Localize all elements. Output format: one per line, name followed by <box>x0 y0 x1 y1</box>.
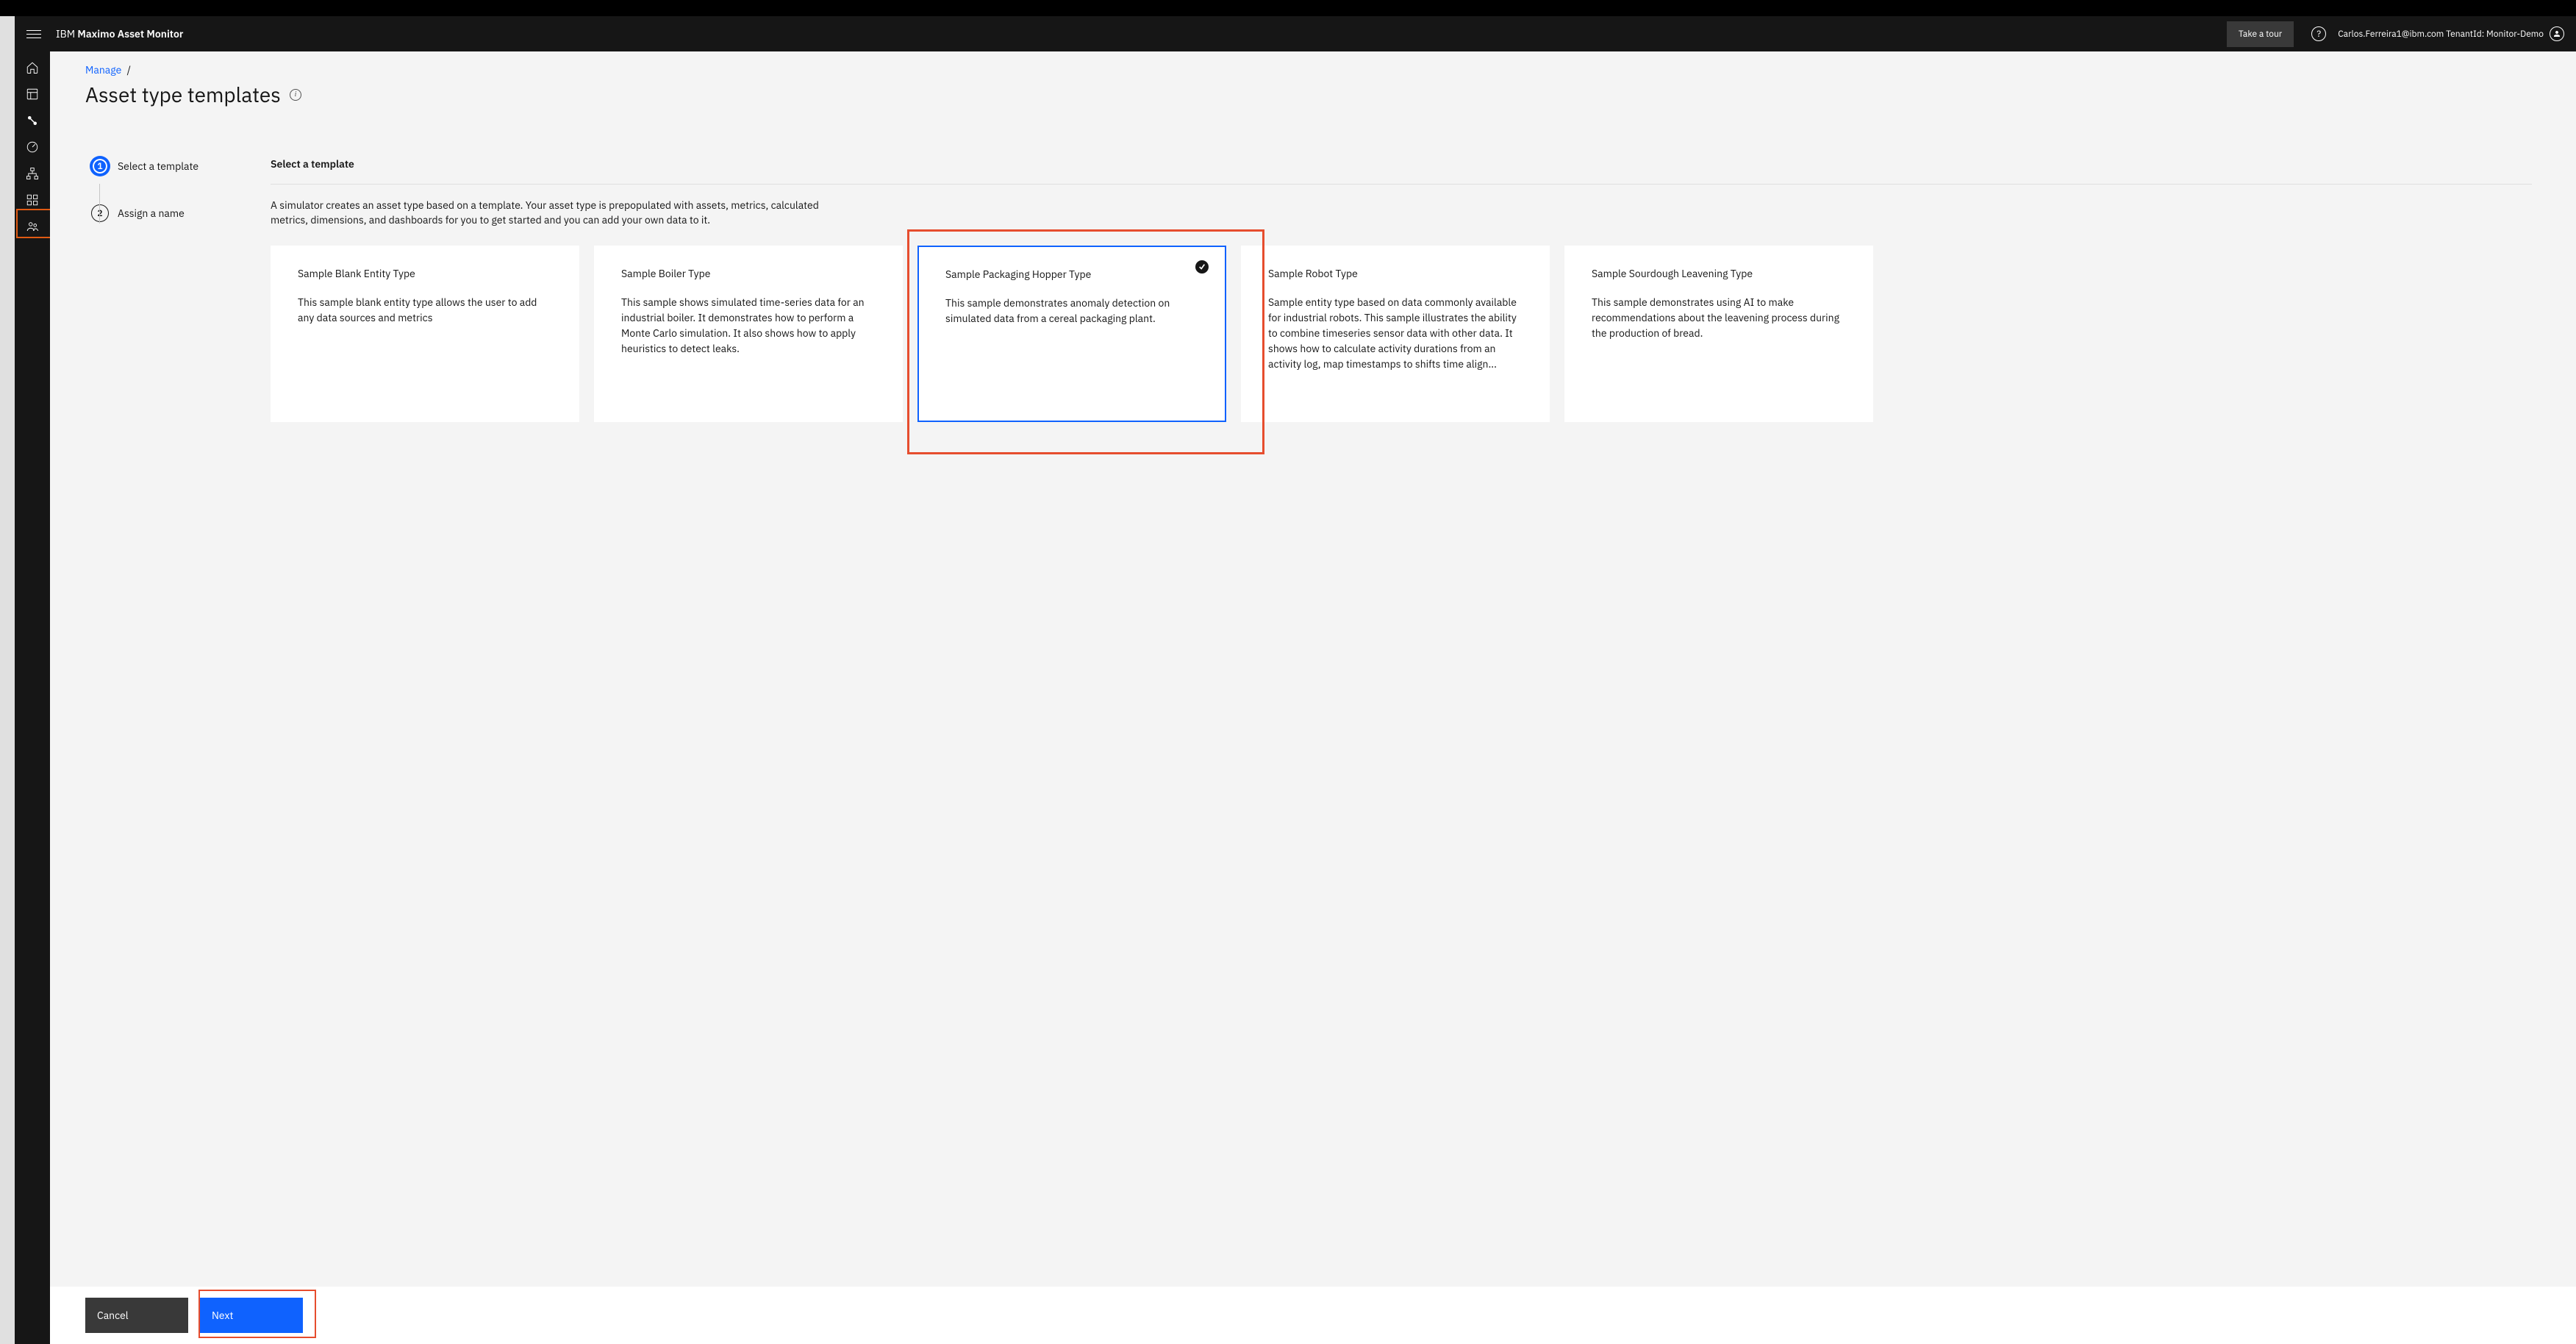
card-title: Sample Blank Entity Type <box>298 267 552 280</box>
background-window-edge <box>0 16 15 1344</box>
step-select-template[interactable]: 1 Select a template <box>91 157 271 175</box>
categories-icon[interactable] <box>25 193 40 207</box>
user-avatar[interactable] <box>2550 26 2564 41</box>
breadcrumb-sep: / <box>127 63 131 76</box>
selected-check-icon <box>1195 260 1209 274</box>
user-tenant-text: Carlos.Ferreira1@ibm.com TenantId: Monit… <box>2338 29 2544 40</box>
take-tour-button[interactable]: Take a tour <box>2227 21 2294 47</box>
template-card-packaging-hopper[interactable]: Sample Packaging Hopper Type This sample… <box>917 246 1226 422</box>
card-desc: This sample demonstrates anomaly detecti… <box>945 296 1198 326</box>
gauge-icon[interactable] <box>25 140 40 154</box>
template-cards: Sample Blank Entity Type This sample bla… <box>271 246 2532 422</box>
step-assign-name[interactable]: 2 Assign a name <box>91 204 271 222</box>
users-icon[interactable] <box>25 219 40 234</box>
info-icon[interactable]: i <box>290 89 301 101</box>
template-card-robot[interactable]: Sample Robot Type Sample entity type bas… <box>1241 246 1550 422</box>
card-desc: Sample entity type based on data commonl… <box>1268 295 1523 372</box>
step-connector <box>99 184 100 224</box>
dashboard-icon[interactable] <box>25 87 40 101</box>
card-title: Sample Sourdough Leavening Type <box>1592 267 1846 280</box>
hierarchy-icon[interactable] <box>25 166 40 181</box>
app-root: IBM Maximo Asset Monitor Take a tour ? C… <box>15 16 2576 1344</box>
step-number: 1 <box>91 157 109 175</box>
brand-name: Maximo Asset Monitor <box>77 27 183 40</box>
brand: IBM Maximo Asset Monitor <box>56 27 183 40</box>
home-icon[interactable] <box>25 60 40 75</box>
link-icon[interactable] <box>25 113 40 128</box>
step-label: Assign a name <box>118 207 185 220</box>
wizard-main: Select a template A simulator creates an… <box>271 138 2576 1344</box>
step-number: 2 <box>91 204 109 222</box>
step-label: Select a template <box>118 160 198 173</box>
cancel-button[interactable]: Cancel <box>85 1298 188 1333</box>
left-rail <box>15 51 50 1344</box>
breadcrumb: Manage / <box>50 51 2576 76</box>
card-desc: This sample shows simulated time-series … <box>621 295 876 357</box>
browser-chrome <box>0 0 2576 16</box>
menu-toggle[interactable] <box>26 26 41 41</box>
section-description: A simulator creates an asset type based … <box>271 198 822 228</box>
section-title: Select a template <box>271 157 2532 185</box>
template-card-blank[interactable]: Sample Blank Entity Type This sample bla… <box>271 246 579 422</box>
template-card-boiler[interactable]: Sample Boiler Type This sample shows sim… <box>594 246 903 422</box>
card-desc: This sample blank entity type allows the… <box>298 295 552 326</box>
wizard-steps: 1 Select a template 2 Assign a name <box>50 138 271 1344</box>
card-title: Sample Robot Type <box>1268 267 1523 280</box>
template-card-sourdough[interactable]: Sample Sourdough Leavening Type This sam… <box>1564 246 1873 422</box>
next-button[interactable]: Next <box>200 1298 303 1333</box>
card-desc: This sample demonstrates using AI to mak… <box>1592 295 1846 341</box>
card-title: Sample Packaging Hopper Type <box>945 268 1198 281</box>
brand-prefix: IBM <box>56 27 77 40</box>
breadcrumb-root[interactable]: Manage <box>85 63 121 76</box>
content-area: Manage / Asset type templates i 1 Select… <box>50 51 2576 1344</box>
page-title: Asset type templates i <box>50 76 2576 108</box>
card-title: Sample Boiler Type <box>621 267 876 280</box>
wizard-footer: Cancel Next <box>50 1287 2576 1344</box>
app-header: IBM Maximo Asset Monitor Take a tour ? C… <box>15 16 2576 51</box>
help-icon[interactable]: ? <box>2311 26 2326 41</box>
wizard-container: 1 Select a template 2 Assign a name Sele… <box>50 138 2576 1344</box>
